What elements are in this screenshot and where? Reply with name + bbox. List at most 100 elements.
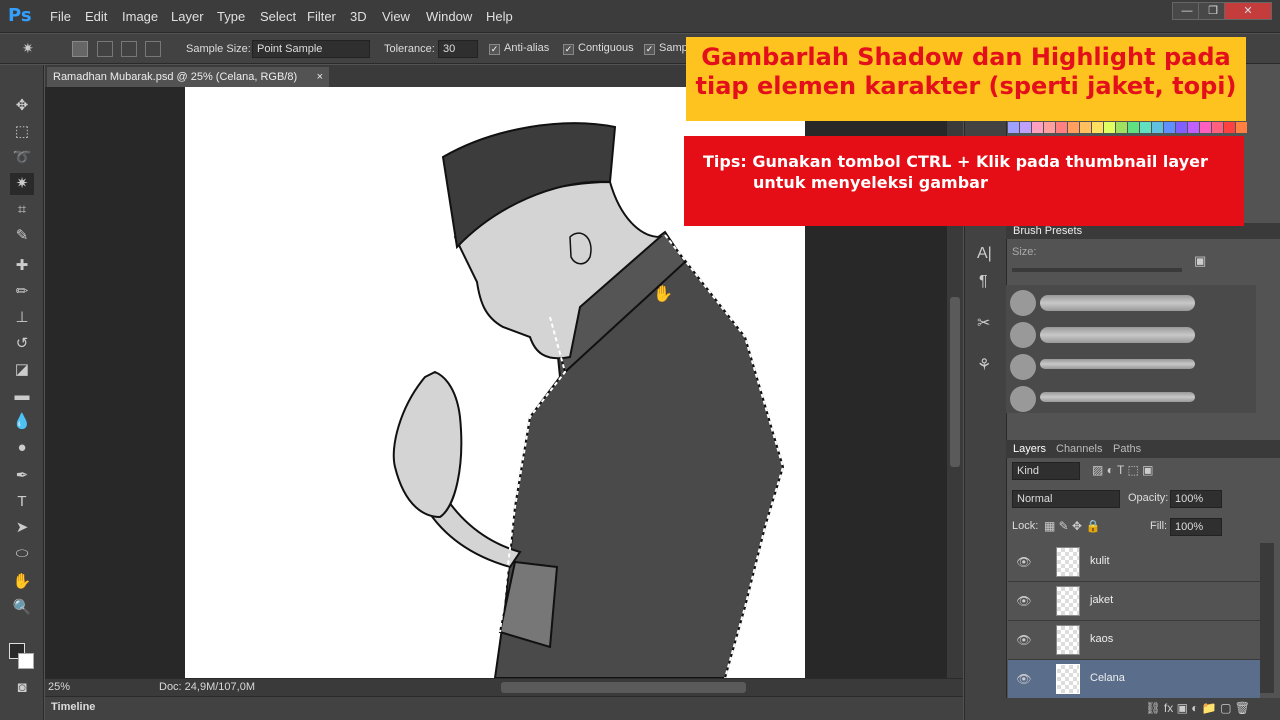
tab-layers[interactable]: Layers [1013,443,1046,455]
horizontal-scroll-thumb[interactable] [501,682,746,693]
timeline-panel[interactable]: Timeline [45,696,963,720]
tools-panel: ✥ ⬚ ➰ ✷ ⌗ ✎ ✚ ✏ ⊥ ↺ ◪ ▬ 💧 ● ✒ T ➤ ⬭ ✋ 🔍 … [0,65,44,720]
brush-tool-icon[interactable]: ✏ [10,281,34,303]
contiguous-checkbox[interactable]: ✓ Contiguous [563,42,634,55]
dodge-tool-icon[interactable]: ● [10,437,34,459]
eraser-tool-icon[interactable]: ◪ [10,359,34,381]
menu-view[interactable]: View [382,0,410,33]
tab-channels[interactable]: Channels [1056,443,1102,455]
layer-filter-kind[interactable]: Kind [1012,462,1080,480]
layer-row[interactable]: 👁 kaos [1008,621,1260,660]
vertical-scroll-thumb[interactable] [950,297,960,467]
eye-icon[interactable]: 👁 [1016,594,1032,608]
zoom-tool-icon[interactable]: 🔍 [10,597,34,619]
layer-thumbnail[interactable] [1056,625,1080,655]
brush-preset-dot[interactable] [1010,354,1036,380]
brush-preset-dot[interactable] [1010,386,1036,412]
eye-icon[interactable]: 👁 [1016,672,1032,686]
menu-select[interactable]: Select [260,0,296,33]
anti-alias-checkbox[interactable]: ✓ Anti-alias [489,42,549,55]
close-tab-icon[interactable]: × [317,67,323,87]
brush-size-label: Size: [1012,246,1037,258]
fill-input[interactable]: 100% [1170,518,1222,536]
layers-footer-icons[interactable]: ⛓ fx ▣ ◐ 📁 ▢ 🗑 [1006,698,1280,720]
photoshop-logo: Ps [8,5,32,26]
doc-size[interactable]: Doc: 24,9M/107,0M [159,681,255,693]
lock-icons[interactable]: ▦ ✎ ✥ 🔒 [1044,519,1100,533]
clone-stamp-icon[interactable]: ⊥ [10,307,34,329]
eye-icon[interactable]: 👁 [1016,555,1032,569]
add-to-selection-icon[interactable] [97,41,113,57]
brush-size-slider[interactable] [1012,268,1182,272]
layer-thumbnail[interactable] [1056,664,1080,694]
brush-preset-dot[interactable] [1010,322,1036,348]
layers-scrollbar[interactable] [1260,543,1274,693]
sample-size-select[interactable]: Point Sample [252,40,370,58]
crop-tool-icon[interactable]: ⌗ [10,199,34,221]
brush-preset-stroke[interactable] [1040,327,1195,343]
type-tool-icon[interactable]: T [10,491,34,513]
eye-icon[interactable]: 👁 [1016,633,1032,647]
magic-wand-tool-icon[interactable]: ✷ [10,173,34,195]
svg-text:✋: ✋ [653,284,673,303]
layer-row[interactable]: 👁 kulit [1008,543,1260,582]
hand-tool-icon[interactable]: ✋ [10,571,34,593]
opacity-input[interactable]: 100% [1170,490,1222,508]
subtract-selection-icon[interactable] [121,41,137,57]
brush-preset-stroke[interactable] [1040,392,1195,402]
marquee-tool-icon[interactable]: ⬚ [10,121,34,143]
character-panel-icon[interactable]: A| [977,245,992,263]
brush-preset-stroke[interactable] [1040,295,1195,311]
brush-presets-tab[interactable]: Brush Presets [1013,225,1082,237]
background-color-swatch[interactable] [18,653,34,669]
menu-image[interactable]: Image [122,0,158,33]
intersect-selection-icon[interactable] [145,41,161,57]
pen-tool-icon[interactable]: ✒ [10,465,34,487]
opacity-label: Opacity: [1128,492,1169,504]
paragraph-panel-icon[interactable]: ¶ [979,273,988,291]
sample-all-layers-checkbox[interactable]: ✓ Samp [644,42,688,55]
brush-preset-dot[interactable] [1010,290,1036,316]
brush-preset-stroke[interactable] [1040,359,1195,369]
menu-edit[interactable]: Edit [85,0,107,33]
brush-panel-icon[interactable]: ▣ [1194,253,1214,271]
layer-row[interactable]: 👁 jaket [1008,582,1260,621]
lasso-tool-icon[interactable]: ➰ [10,147,34,169]
layers-tab-bar [1006,440,1280,458]
tips-line-2: untuk menyeleksi gambar [753,173,988,192]
ellipse-tool-icon[interactable]: ⬭ [10,543,34,565]
tips-line-1: Tips: Gunakan tombol CTRL + Klik pada th… [703,152,1208,171]
gradient-tool-icon[interactable]: ▬ [10,385,34,407]
blur-tool-icon[interactable]: 💧 [10,411,34,433]
layer-row-selected[interactable]: 👁 Celana [1008,660,1260,699]
path-selection-icon[interactable]: ➤ [10,517,34,539]
magic-wand-tool-preset-icon[interactable]: ✷ [22,40,44,58]
move-tool-icon[interactable]: ✥ [10,95,34,117]
menu-help[interactable]: Help [486,0,513,33]
eyedropper-tool-icon[interactable]: ✎ [10,225,34,247]
zoom-level[interactable]: 25% [48,681,70,693]
menu-filter[interactable]: Filter [307,0,336,33]
instruction-banner: Gambarlah Shadow dan Highlight pada tiap… [686,37,1246,121]
layer-name: Celana [1090,672,1125,684]
tab-paths[interactable]: Paths [1113,443,1141,455]
layer-thumbnail[interactable] [1056,586,1080,616]
menu-layer[interactable]: Layer [171,0,204,33]
document-tab[interactable]: Ramadhan Mubarak.psd @ 25% (Celana, RGB/… [47,67,329,87]
layer-thumbnail[interactable] [1056,547,1080,577]
blend-mode-select[interactable]: Normal [1012,490,1120,508]
menu-file[interactable]: File [50,0,71,33]
quick-mask-icon[interactable]: ◙ [10,677,34,699]
history-brush-icon[interactable]: ↺ [10,333,34,355]
healing-brush-icon[interactable]: ✚ [10,255,34,277]
tolerance-input[interactable]: 30 [438,40,478,58]
tool-presets-icon[interactable]: ✂ [977,313,990,333]
menu-3d[interactable]: 3D [350,0,367,33]
menu-window[interactable]: Window [426,0,472,33]
lock-label: Lock: [1012,520,1039,532]
close-window-button[interactable]: ✕ [1224,2,1272,20]
clone-source-icon[interactable]: ⚘ [977,355,991,375]
menu-type[interactable]: Type [217,0,245,33]
new-selection-icon[interactable] [72,41,88,57]
filter-pixel-icon[interactable]: ▨ ◐ T ⬚ ▣ [1092,463,1154,477]
